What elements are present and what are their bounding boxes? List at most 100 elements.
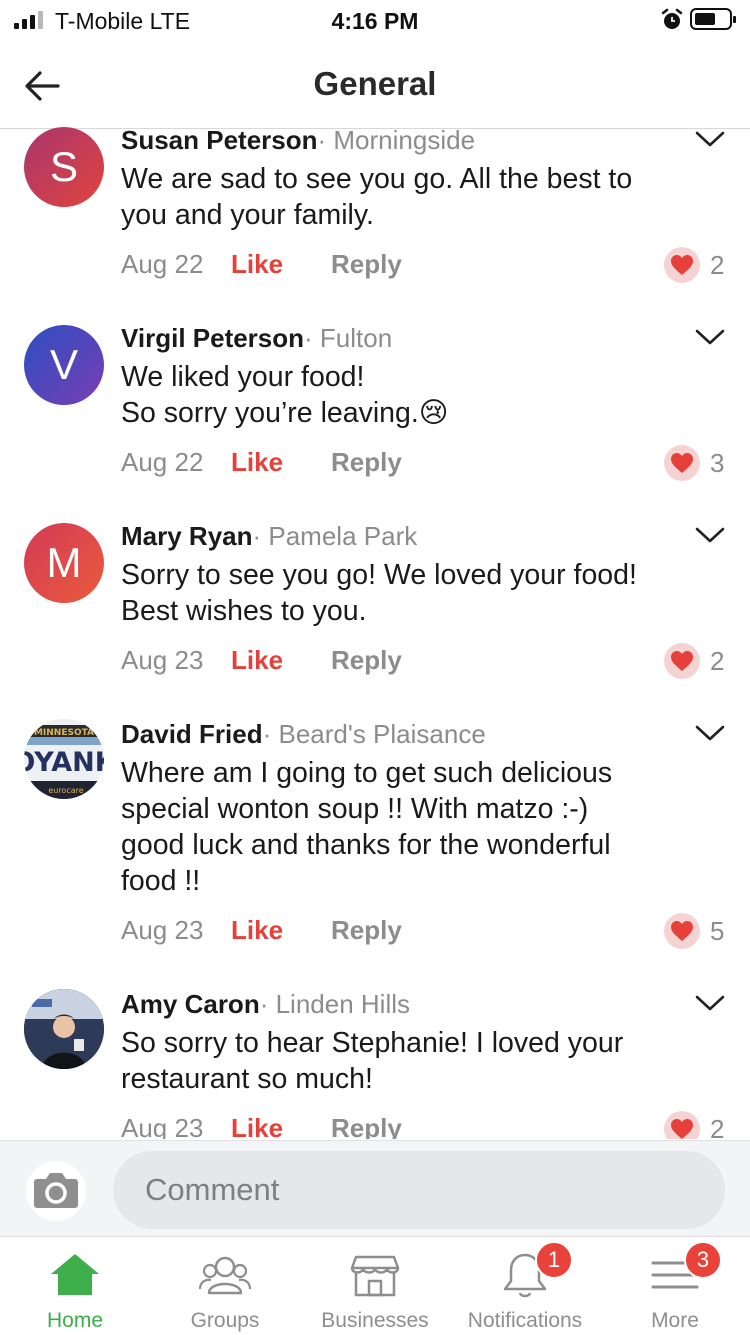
- reply-button[interactable]: Reply: [331, 249, 402, 280]
- reaction-count: 5: [710, 916, 725, 946]
- author-neighborhood: · Linden Hills: [259, 989, 410, 1019]
- alarm-icon: [661, 8, 683, 29]
- comment-date: Aug 23: [121, 1113, 204, 1139]
- chevron-down-icon[interactable]: [694, 993, 726, 1013]
- comment-actions: Aug 23 Like Reply: [121, 1113, 402, 1139]
- author-name[interactable]: Mary Ryan: [121, 521, 253, 551]
- comment-item: Amy Caron· Linden Hills So sorry to hear…: [0, 989, 750, 1139]
- avatar[interactable]: MINNESOTA OYANK eurocare: [24, 719, 104, 799]
- chevron-down-icon[interactable]: [694, 129, 726, 149]
- comment-item: M Mary Ryan· Pamela Park Sorry to see yo…: [0, 521, 750, 691]
- comment-author-line: Susan Peterson· Morningside: [121, 125, 475, 156]
- reaction-summary[interactable]: 3: [664, 445, 724, 481]
- like-button[interactable]: Like: [231, 645, 283, 676]
- tab-label: Groups: [190, 1309, 260, 1332]
- reply-button[interactable]: Reply: [331, 1113, 402, 1139]
- author-name[interactable]: Virgil Peterson: [121, 323, 304, 353]
- avatar[interactable]: V: [24, 325, 104, 405]
- reaction-summary[interactable]: 2: [664, 247, 724, 283]
- camera-icon: [34, 1173, 78, 1208]
- tab-label: More: [651, 1309, 699, 1332]
- reaction-count: 2: [710, 1114, 725, 1139]
- comment-bar: [0, 1140, 750, 1237]
- comment-text: We are sad to see you go. All the best t…: [121, 163, 633, 231]
- reaction-count: 3: [710, 448, 725, 478]
- page-title: General: [313, 65, 437, 102]
- comment-author-line: Mary Ryan· Pamela Park: [121, 521, 417, 552]
- comment-item: MINNESOTA OYANK eurocare David Fried· Be…: [0, 719, 750, 959]
- comment-actions: Aug 22 Like Reply: [121, 249, 402, 280]
- author-name[interactable]: David Fried: [121, 719, 263, 749]
- comment-item: V Virgil Peterson· Fulton We liked your …: [0, 323, 750, 493]
- status-bar: T-Mobile LTE 4:16 PM: [0, 0, 750, 40]
- author-name[interactable]: Amy Caron: [121, 989, 260, 1019]
- tab-more[interactable]: 3 More: [600, 1237, 750, 1335]
- avatar[interactable]: M: [24, 523, 104, 603]
- comment-date: Aug 23: [121, 645, 204, 675]
- home-icon: [51, 1254, 99, 1295]
- reaction-summary[interactable]: 2: [664, 1111, 724, 1139]
- heart-icon: [671, 255, 693, 275]
- comment-item: S Susan Peterson· Morningside We are sad…: [0, 125, 750, 295]
- heart-icon: [671, 453, 693, 473]
- reaction-summary[interactable]: 2: [664, 643, 724, 679]
- comment-author-line: David Fried· Beard's Plaisance: [121, 719, 486, 750]
- reaction-summary[interactable]: 5: [664, 913, 724, 949]
- tab-notifications[interactable]: 1 Notifications: [450, 1237, 600, 1335]
- like-button[interactable]: Like: [231, 249, 283, 280]
- heart-icon: [671, 921, 693, 941]
- tab-label: Businesses: [321, 1309, 429, 1332]
- svg-text:eurocare: eurocare: [48, 786, 83, 795]
- author-neighborhood: · Pamela Park: [252, 521, 418, 551]
- store-icon: [350, 1255, 400, 1297]
- more-badge: 3: [684, 1241, 722, 1279]
- reaction-count: 2: [710, 646, 725, 676]
- author-neighborhood: · Beard's Plaisance: [262, 719, 486, 749]
- comment-date: Aug 22: [121, 249, 204, 279]
- avatar[interactable]: [24, 989, 104, 1069]
- clock: 4:16 PM: [331, 8, 419, 34]
- comment-text: We liked your food! So sorry you’re leavi…: [121, 361, 449, 429]
- license-plate-photo: MINNESOTA OYANK eurocare: [24, 719, 104, 799]
- comment-author-line: Virgil Peterson· Fulton: [121, 323, 392, 354]
- camera-button[interactable]: [26, 1161, 86, 1221]
- tab-home[interactable]: Home: [0, 1237, 150, 1335]
- like-button[interactable]: Like: [231, 447, 283, 478]
- comment-text: Where am I going to get such delicious sp…: [121, 757, 613, 897]
- reply-button[interactable]: Reply: [331, 645, 402, 676]
- comment-date: Aug 22: [121, 447, 204, 477]
- reply-button[interactable]: Reply: [331, 447, 402, 478]
- chevron-down-icon[interactable]: [694, 327, 726, 347]
- reaction-count: 2: [710, 250, 725, 280]
- notification-badge: 1: [535, 1241, 573, 1279]
- heart-icon: [671, 1119, 693, 1139]
- author-name[interactable]: Susan Peterson: [121, 125, 318, 155]
- like-button[interactable]: Like: [231, 915, 283, 946]
- chevron-down-icon[interactable]: [694, 525, 726, 545]
- comment-input[interactable]: [113, 1151, 725, 1229]
- comment-text: Sorry to see you go! We loved your food!…: [121, 559, 637, 627]
- comment-date: Aug 23: [121, 915, 204, 945]
- comment-actions: Aug 23 Like Reply: [121, 915, 402, 946]
- top-header: General: [0, 40, 750, 129]
- tab-label: Notifications: [467, 1309, 583, 1332]
- comment-actions: Aug 23 Like Reply: [121, 645, 402, 676]
- bottom-tab-bar: Home Groups Businesses 1 Notifications 3…: [0, 1236, 750, 1335]
- groups-icon: [198, 1256, 252, 1295]
- avatar[interactable]: S: [24, 127, 104, 207]
- like-button[interactable]: Like: [231, 1113, 283, 1139]
- author-neighborhood: · Fulton: [304, 323, 393, 353]
- svg-text:OYANK: OYANK: [24, 747, 104, 778]
- battery-icon: [690, 8, 736, 30]
- comment-text: So sorry to hear Stephanie! I loved your…: [121, 1027, 624, 1095]
- author-neighborhood: · Morningside: [317, 125, 476, 155]
- comment-actions: Aug 22 Like Reply: [121, 447, 402, 478]
- chevron-down-icon[interactable]: [694, 723, 726, 743]
- tab-groups[interactable]: Groups: [150, 1237, 300, 1335]
- svg-text:MINNESOTA: MINNESOTA: [34, 728, 94, 738]
- heart-icon: [671, 651, 693, 671]
- comment-author-line: Amy Caron· Linden Hills: [121, 989, 410, 1020]
- reply-button[interactable]: Reply: [331, 915, 402, 946]
- tab-label: Home: [46, 1309, 104, 1332]
- tab-businesses[interactable]: Businesses: [300, 1237, 450, 1335]
